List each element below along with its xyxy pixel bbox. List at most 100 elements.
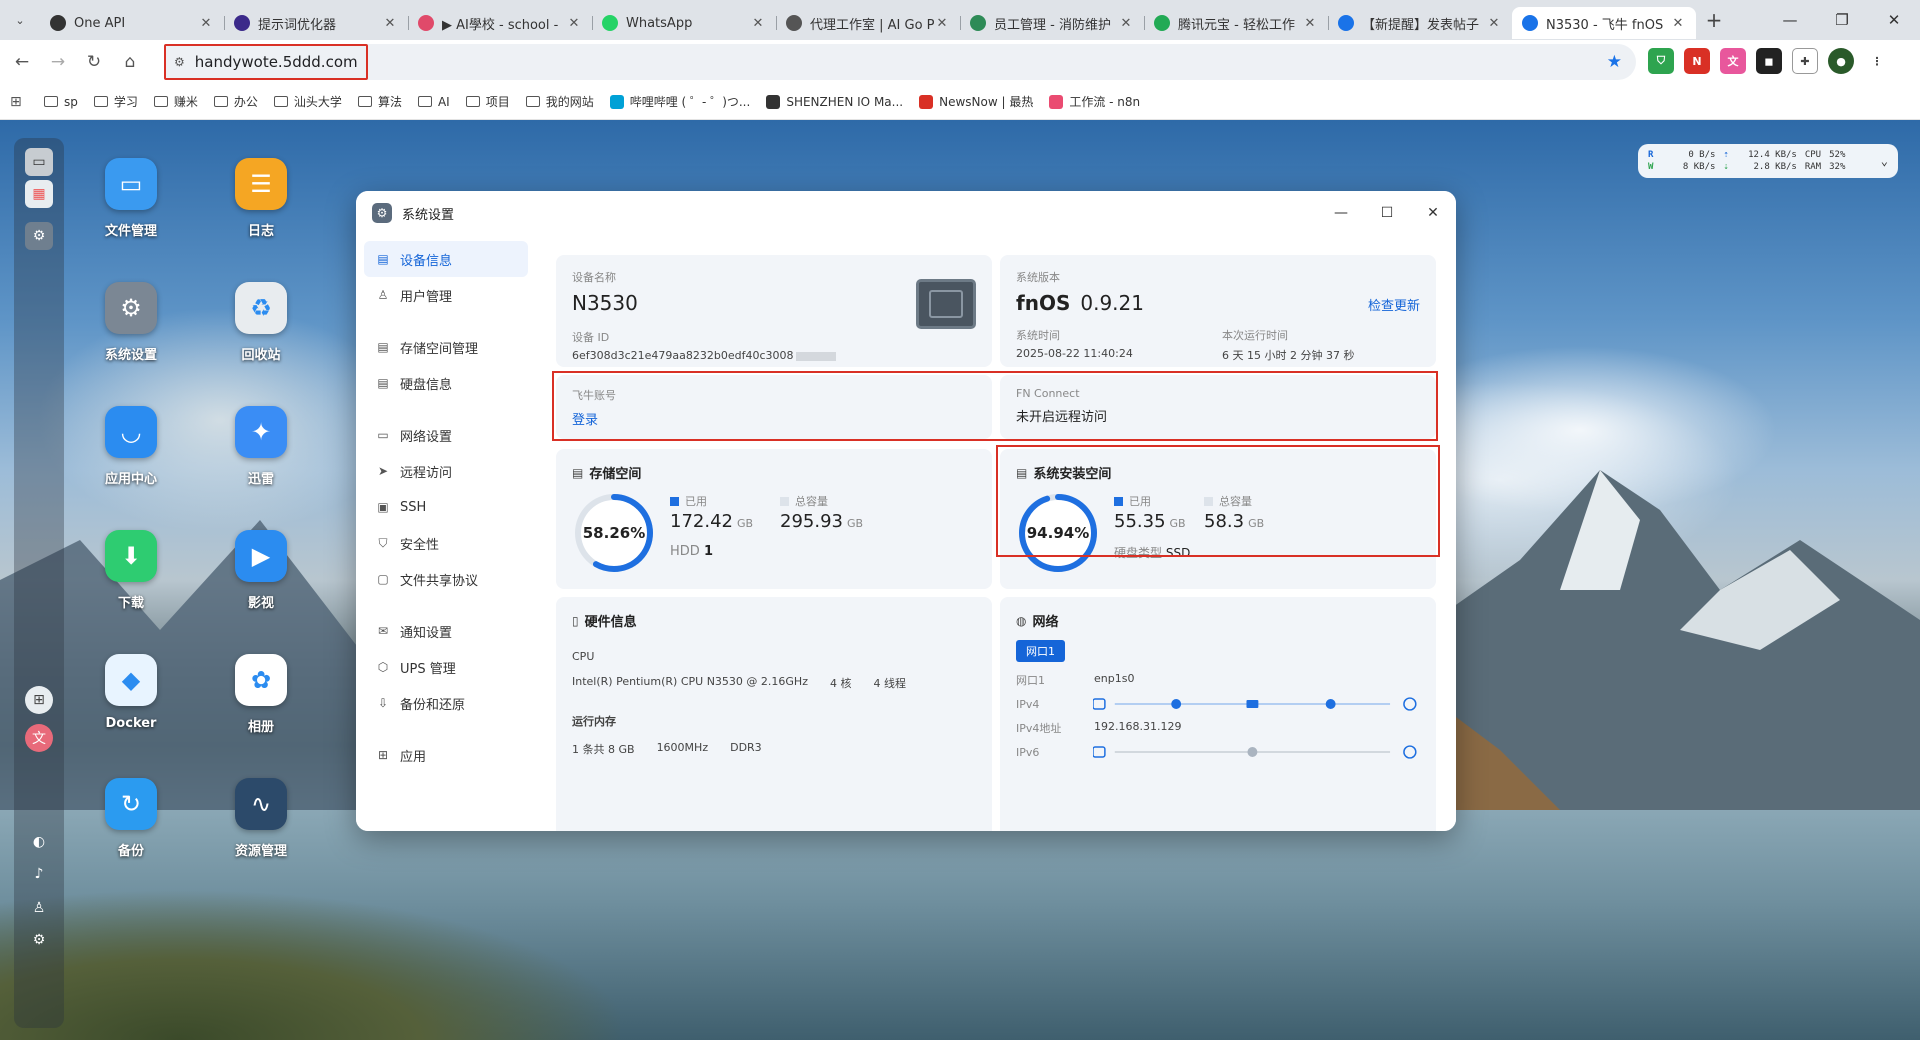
address-bar[interactable]: ★: [164, 44, 1636, 80]
site-settings-icon[interactable]: ⚙: [174, 55, 185, 69]
reload-icon[interactable]: ↻: [76, 52, 112, 72]
desktop-app-icon[interactable]: ▶ 影视: [206, 530, 316, 611]
fn-connect-card: FN Connect 未开启远程访问: [1000, 375, 1436, 439]
bookmark-item[interactable]: 算法: [350, 93, 410, 110]
bookmark-star-icon[interactable]: ★: [1607, 52, 1622, 72]
browser-tab[interactable]: 员工管理 - 消防维护 ✕: [960, 7, 1144, 39]
restore-icon[interactable]: ❐: [1816, 11, 1868, 29]
browser-tab[interactable]: One API ✕: [40, 7, 224, 39]
sidebar-item[interactable]: ♙ 用户管理: [364, 277, 528, 313]
sidebar-item[interactable]: ⊞ 应用: [364, 737, 528, 773]
desktop-app-icon[interactable]: ✿ 相册: [206, 654, 316, 735]
browser-tab[interactable]: 提示词优化器 ✕: [224, 7, 408, 39]
tab-close-icon[interactable]: ✕: [1302, 16, 1318, 31]
tab-close-icon[interactable]: ✕: [198, 16, 214, 31]
sidebar-item[interactable]: ➤ 远程访问: [364, 453, 528, 489]
browser-tab[interactable]: 腾讯元宝 - 轻松工作 ✕: [1144, 7, 1328, 39]
sidebar-item[interactable]: ⇩ 备份和还原: [364, 685, 528, 721]
new-tab-button[interactable]: +: [1696, 8, 1732, 32]
bookmark-item[interactable]: NewsNow | 最热: [911, 93, 1041, 110]
browser-tab[interactable]: ▶ AI學校 - school - ✕: [408, 7, 592, 39]
bookmark-item[interactable]: AI: [410, 93, 458, 110]
sidebar-item[interactable]: ⬡ UPS 管理: [364, 649, 528, 685]
bookmark-item[interactable]: 汕头大学: [266, 93, 350, 110]
sidebar-item[interactable]: ▤ 设备信息: [364, 241, 528, 277]
translate-float-icon[interactable]: 文: [25, 724, 53, 752]
fn-connect-status[interactable]: 未开启远程访问: [1016, 406, 1420, 425]
tab-favicon-icon: [602, 15, 618, 31]
desktop-app-icon[interactable]: ◡ 应用中心: [76, 406, 186, 487]
minimize-icon[interactable]: —: [1764, 11, 1816, 29]
browser-tab[interactable]: 【新提醒】发表帖子 ✕: [1328, 7, 1512, 39]
profile-avatar[interactable]: ●: [1828, 48, 1854, 74]
bookmark-item[interactable]: sp: [36, 93, 86, 110]
desktop-app-icon[interactable]: ☰ 日志: [206, 158, 316, 239]
bookmark-item[interactable]: 项目: [458, 93, 518, 110]
desktop-app-icon[interactable]: ▭ 文件管理: [76, 158, 186, 239]
user-icon[interactable]: ♙: [25, 894, 53, 922]
dock-settings-icon[interactable]: ⚙: [25, 222, 53, 250]
tab-close-icon[interactable]: ✕: [1486, 16, 1502, 31]
translate-extension-icon[interactable]: 文: [1720, 48, 1746, 74]
more-menu-icon[interactable]: ⋮: [1864, 48, 1890, 74]
transfer-icon[interactable]: ◐: [25, 828, 53, 856]
sidebar-item[interactable]: ▤ 硬盘信息: [364, 365, 528, 401]
login-link[interactable]: 登录: [572, 409, 976, 428]
desktop-app-icon[interactable]: ↻ 备份: [76, 778, 186, 859]
check-update-link[interactable]: 检查更新: [1368, 295, 1420, 314]
browser-tab[interactable]: N3530 - 飞牛 fnOS ✕: [1512, 7, 1696, 39]
desktop-app-icon[interactable]: ⬇ 下载: [76, 530, 186, 611]
desktop-app-icon[interactable]: ♻ 回收站: [206, 282, 316, 363]
sidebar-item[interactable]: ▢ 文件共享协议: [364, 561, 528, 597]
url-text[interactable]: handywote.5ddd.com: [195, 53, 358, 71]
tab-close-icon[interactable]: ✕: [382, 16, 398, 31]
sidebar-item[interactable]: ▭ 网络设置: [364, 417, 528, 453]
game-extension-icon[interactable]: ◼: [1756, 48, 1782, 74]
sidebar-item[interactable]: ✉ 通知设置: [364, 613, 528, 649]
apps-grid-icon[interactable]: ⊞: [10, 94, 36, 110]
window-minimize-icon[interactable]: —: [1318, 205, 1364, 221]
tab-close-icon[interactable]: ✕: [566, 16, 582, 31]
forward-arrow-icon[interactable]: →: [40, 52, 76, 72]
monitor-chevron-down-icon[interactable]: ⌄: [1881, 154, 1888, 168]
ipv6-topology: [1093, 745, 1417, 759]
browser-tab[interactable]: 代理工作室 | AI Go P ✕: [776, 7, 960, 39]
desktop-monitor-icon[interactable]: ▭: [25, 148, 53, 176]
tab-close-icon[interactable]: ✕: [934, 16, 950, 31]
nic-tab[interactable]: 网口1: [1016, 640, 1065, 662]
window-maximize-icon[interactable]: ☐: [1364, 205, 1410, 221]
bookmark-item[interactable]: 哔哩哔哩 ( ゜- ゜)つ...: [602, 93, 759, 110]
bookmark-item[interactable]: 工作流 - n8n: [1041, 93, 1148, 110]
desktop-app-icon[interactable]: ✦ 迅雷: [206, 406, 316, 487]
tab-close-icon[interactable]: ✕: [1670, 16, 1686, 31]
tab-search-chevron-icon[interactable]: ⌄: [0, 0, 40, 40]
desktop-app-icon[interactable]: ◆ Docker: [76, 654, 186, 731]
bell-icon[interactable]: ♪: [25, 860, 53, 888]
dock-gear-icon[interactable]: ⚙: [25, 926, 53, 954]
browser-tab[interactable]: WhatsApp ✕: [592, 7, 776, 39]
tab-close-icon[interactable]: ✕: [750, 16, 766, 31]
bookmark-item[interactable]: 办公: [206, 93, 266, 110]
app-grid-colorful-icon[interactable]: ▦: [25, 180, 53, 208]
bookmark-item[interactable]: 学习: [86, 93, 146, 110]
shield-extension-icon[interactable]: ⛉: [1648, 48, 1674, 74]
new-extension-icon[interactable]: N: [1684, 48, 1710, 74]
sidebar-item[interactable]: ⛉ 安全性: [364, 525, 528, 561]
sidebar-item[interactable]: ▣ SSH: [364, 489, 528, 525]
sidebar-item[interactable]: ▤ 存储空间管理: [364, 329, 528, 365]
url-field-highlighted[interactable]: ⚙ handywote.5ddd.com: [164, 44, 368, 80]
desktop-app-icon[interactable]: ∿ 资源管理: [206, 778, 316, 859]
widget-add-icon[interactable]: ⊞: [25, 686, 53, 714]
close-window-icon[interactable]: ✕: [1868, 11, 1920, 29]
tab-close-icon[interactable]: ✕: [1118, 16, 1134, 31]
desktop-app-icon[interactable]: ⚙ 系统设置: [76, 282, 186, 363]
window-close-icon[interactable]: ✕: [1410, 205, 1456, 221]
bookmark-item[interactable]: SHENZHEN IO Ma...: [758, 93, 911, 110]
back-arrow-icon[interactable]: ←: [4, 52, 40, 72]
window-titlebar[interactable]: ⚙ 系统设置 — ☐ ✕: [356, 191, 1456, 235]
home-icon[interactable]: ⌂: [112, 52, 148, 72]
bookmark-item[interactable]: 我的网站: [518, 93, 602, 110]
bookmark-item[interactable]: 赚米: [146, 93, 206, 110]
system-monitor-widget[interactable]: R W 0 B/s 8 KB/s ⇡ ⇣ 12.4 KB/s 2.8 KB/s …: [1638, 144, 1898, 178]
extensions-puzzle-icon[interactable]: ✚: [1792, 48, 1818, 74]
